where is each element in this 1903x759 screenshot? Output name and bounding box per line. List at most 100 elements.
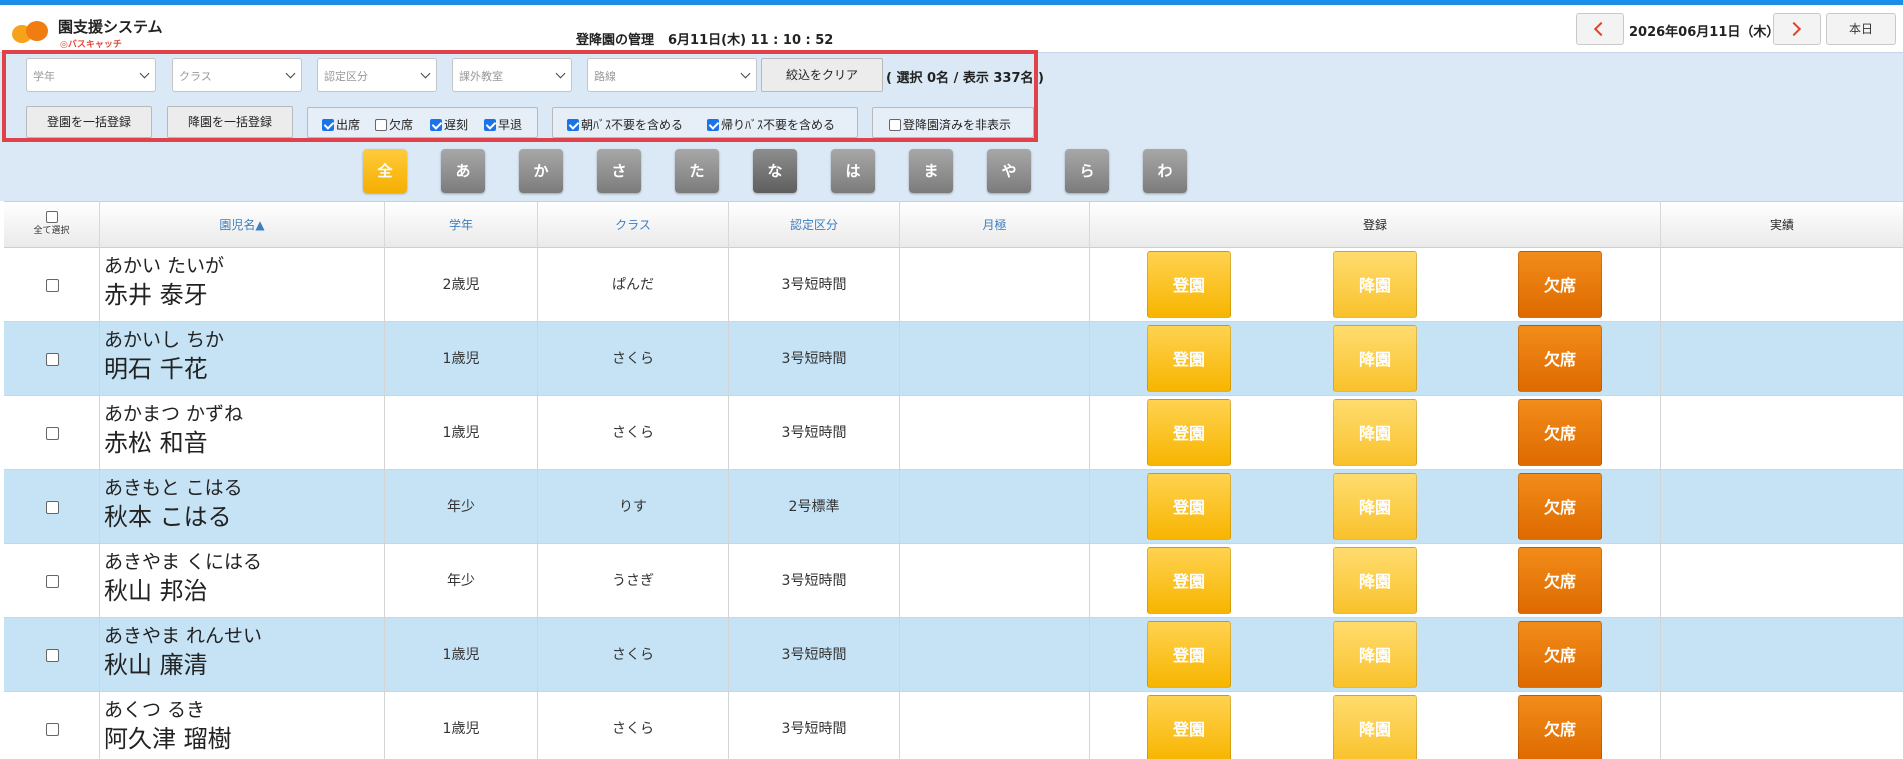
register-column-header: 登録 [1090, 202, 1661, 249]
select-all-header[interactable]: 全て選択 [4, 202, 100, 249]
departure-button[interactable]: 降園 [1333, 399, 1417, 466]
row-checkbox[interactable] [46, 279, 59, 292]
monthly-column-header[interactable]: 月極 [900, 202, 1090, 249]
row-checkbox[interactable] [46, 353, 59, 366]
chevron-down-icon [555, 68, 566, 79]
morning-bus-check[interactable]: 朝ﾊﾞｽ不要を含める [567, 116, 683, 133]
absent-button[interactable]: 欠席 [1518, 473, 1602, 540]
page-title-text: 登降園の管理 [576, 33, 655, 48]
hide-registered-check[interactable]: 登降園済みを非表示 [889, 116, 1011, 133]
arrival-button[interactable]: 登園 [1147, 251, 1231, 318]
kana-tab-all[interactable]: 全 [363, 149, 407, 193]
departure-button[interactable]: 降園 [1333, 473, 1417, 540]
arrival-button[interactable]: 登園 [1147, 547, 1231, 614]
grade-cell: 1歳児 [385, 396, 538, 470]
checkbox-checked-icon[interactable] [430, 119, 442, 131]
kana-tab-ha[interactable]: は [831, 149, 875, 193]
class-select[interactable]: クラス [172, 58, 302, 92]
checkbox-checked-icon[interactable] [707, 119, 719, 131]
selection-count: ( 選択 0名 / 表示 337名 ) [886, 71, 1044, 86]
extracurricular-select[interactable]: 課外教室 [452, 58, 572, 92]
absent-button[interactable]: 欠席 [1518, 399, 1602, 466]
grade-cell: 2歳児 [385, 248, 538, 322]
absent-button[interactable]: 欠席 [1518, 251, 1602, 318]
row-checkbox[interactable] [46, 575, 59, 588]
table-row: あきやま くにはる 秋山 邦治 年少 うさぎ 3号短時間 登園 降園 欠席 [4, 544, 1903, 618]
row-checkbox[interactable] [46, 427, 59, 440]
route-select[interactable]: 路線 [587, 58, 757, 92]
name-column-header[interactable]: 園児名▲ [100, 202, 385, 249]
select-all-checkbox[interactable] [45, 211, 58, 223]
certification-cell: 3号短時間 [729, 692, 900, 759]
kana-tab-a[interactable]: あ [441, 149, 485, 193]
certification-column-header[interactable]: 認定区分 [729, 202, 900, 249]
row-checkbox[interactable] [46, 649, 59, 662]
bulk-departure-button[interactable]: 降園を一括登録 [167, 106, 293, 138]
arrival-button[interactable]: 登園 [1147, 695, 1231, 759]
clear-filter-button[interactable]: 絞込をクリア [761, 58, 883, 92]
arrival-button[interactable]: 登園 [1147, 473, 1231, 540]
departure-button[interactable]: 降園 [1333, 621, 1417, 688]
checkbox-checked-icon[interactable] [567, 119, 579, 131]
next-day-button[interactable] [1773, 13, 1821, 45]
status-check-absent[interactable]: 欠席 [375, 116, 413, 133]
grade-column-header[interactable]: 学年 [385, 202, 538, 249]
checkbox-empty-icon[interactable] [375, 119, 387, 131]
table-row: あかいし ちか 明石 千花 1歳児 さくら 3号短時間 登園 降園 欠席 [4, 322, 1903, 396]
class-cell: さくら [538, 692, 729, 759]
certification-select-placeholder: 認定区分 [324, 70, 368, 83]
kana-tab-sa[interactable]: さ [597, 149, 641, 193]
bulk-arrival-button[interactable]: 登園を一括登録 [26, 106, 152, 138]
class-cell: ぱんだ [538, 248, 729, 322]
table-row: あきやま れんせい 秋山 廉清 1歳児 さくら 3号短時間 登園 降園 欠席 [4, 618, 1903, 692]
row-checkbox[interactable] [46, 501, 59, 514]
absent-button[interactable]: 欠席 [1518, 547, 1602, 614]
status-check-early-leave[interactable]: 早退 [484, 116, 522, 133]
kana-tab-ta[interactable]: た [675, 149, 719, 193]
checkbox-checked-icon[interactable] [322, 119, 334, 131]
current-date: 2026年06月11日（木） [1629, 25, 1780, 40]
child-name-kana: あきやま れんせい [104, 625, 263, 647]
checkbox-empty-icon[interactable] [889, 119, 901, 131]
certification-select[interactable]: 認定区分 [317, 58, 437, 92]
chevron-down-icon [139, 68, 150, 79]
hide-registered-group: 登降園済みを非表示 [872, 107, 1034, 138]
kana-tab-ma[interactable]: ま [909, 149, 953, 193]
departure-button[interactable]: 降園 [1333, 251, 1417, 318]
grade-select[interactable]: 学年 [26, 58, 156, 92]
today-button[interactable]: 本日 [1826, 13, 1896, 45]
status-check-late[interactable]: 遅刻 [430, 116, 468, 133]
arrival-button[interactable]: 登園 [1147, 621, 1231, 688]
kana-tab-na[interactable]: な [753, 149, 797, 193]
status-check-present[interactable]: 出席 [322, 116, 360, 133]
departure-button[interactable]: 降園 [1333, 547, 1417, 614]
checkbox-checked-icon[interactable] [484, 119, 496, 131]
absent-button[interactable]: 欠席 [1518, 621, 1602, 688]
return-bus-check[interactable]: 帰りﾊﾞｽ不要を含める [707, 116, 835, 133]
absent-button[interactable]: 欠席 [1518, 325, 1602, 392]
arrival-button[interactable]: 登園 [1147, 399, 1231, 466]
departure-button[interactable]: 降園 [1333, 695, 1417, 759]
prev-day-button[interactable] [1576, 13, 1624, 45]
class-column-header[interactable]: クラス [538, 202, 729, 249]
kana-tab-ra[interactable]: ら [1065, 149, 1109, 193]
app-title: 園支援システム [58, 18, 163, 36]
kana-tab-ya[interactable]: や [987, 149, 1031, 193]
child-name: 阿久津 瑠樹 [104, 725, 232, 753]
hide-registered-label: 登降園済みを非表示 [903, 118, 1012, 132]
kana-tab-wa[interactable]: わ [1143, 149, 1187, 193]
row-checkbox[interactable] [46, 723, 59, 736]
arrival-button[interactable]: 登園 [1147, 325, 1231, 392]
row-select-cell [4, 618, 100, 692]
chevron-right-icon [1786, 21, 1802, 37]
monthly-cell [900, 396, 1090, 470]
child-name: 赤井 泰牙 [104, 281, 208, 309]
attendance-status-group: 出席 欠席 遅刻 早退 [307, 107, 538, 138]
monthly-cell [900, 692, 1090, 759]
monthly-cell [900, 544, 1090, 618]
logo-circle-icon [26, 21, 48, 41]
table-row: あくつ るき 阿久津 瑠樹 1歳児 さくら 3号短時間 登園 降園 欠席 [4, 692, 1903, 759]
kana-tab-ka[interactable]: か [519, 149, 563, 193]
absent-button[interactable]: 欠席 [1518, 695, 1602, 759]
departure-button[interactable]: 降園 [1333, 325, 1417, 392]
